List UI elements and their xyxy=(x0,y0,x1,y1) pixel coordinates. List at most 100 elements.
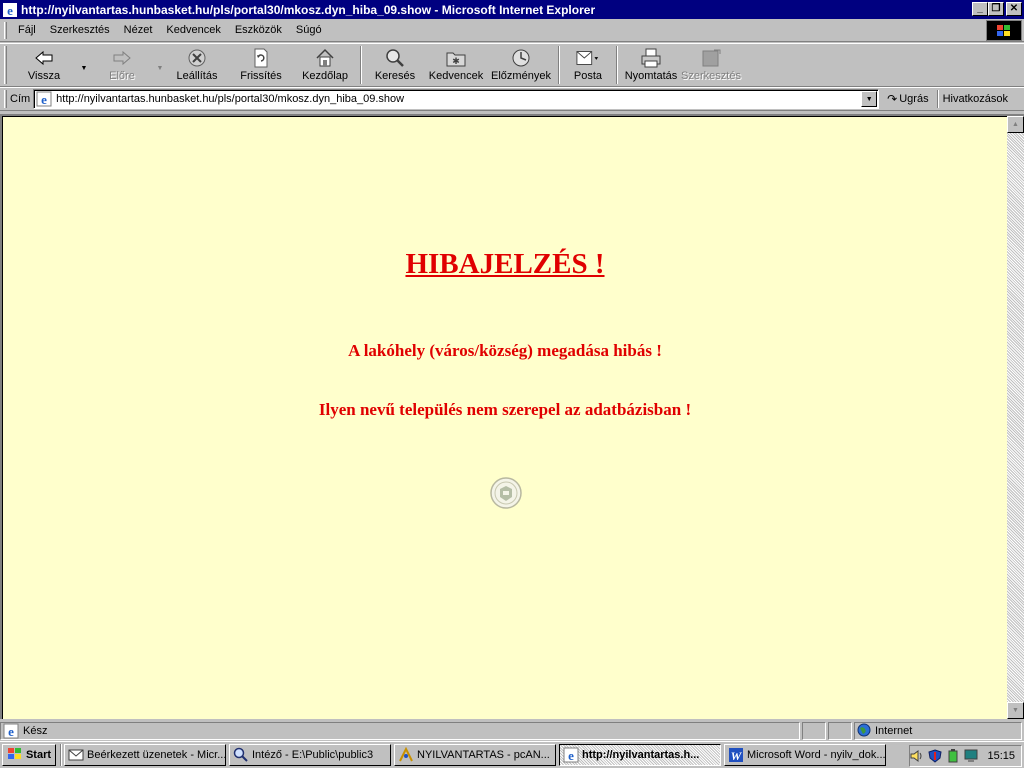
refresh-button[interactable]: Frissítés xyxy=(228,45,294,85)
history-label: Előzmények xyxy=(491,70,551,82)
history-button[interactable]: Előzmények xyxy=(488,45,554,85)
task-word[interactable]: W Microsoft Word - nyilv_dok... xyxy=(724,744,886,766)
error-message-settlement: Ilyen nevű település nem szerepel az ada… xyxy=(318,400,692,419)
menu-grip[interactable] xyxy=(4,21,7,39)
status-text: Kész xyxy=(23,725,48,737)
stop-label: Leállítás xyxy=(176,70,218,82)
search-icon xyxy=(383,48,407,68)
windows-flag-icon xyxy=(7,747,23,764)
forward-dropdown-button[interactable]: ▼ xyxy=(154,45,166,85)
page-content: HIBAJELZÉS ! A lakóhely (város/község) m… xyxy=(0,114,1024,719)
menu-help[interactable]: Súgó xyxy=(289,24,329,36)
status-bar: e Kész Internet xyxy=(0,721,1024,741)
back-dropdown-button[interactable]: ▼ xyxy=(78,45,90,85)
refresh-label: Frissítés xyxy=(240,70,282,82)
links-button[interactable]: Hivatkozások xyxy=(943,93,1008,105)
mail-button[interactable]: Posta xyxy=(564,45,612,85)
task-label: http://nyilvantartas.h... xyxy=(582,749,700,761)
taskbar-grip xyxy=(60,744,62,766)
go-button[interactable]: ↷ Ugrás xyxy=(887,92,928,106)
error-message-residence: A lakóhely (város/község) megadása hibás… xyxy=(348,341,662,360)
toolbar-separator xyxy=(616,46,618,84)
svg-text:e: e xyxy=(41,92,47,107)
address-dropdown-button[interactable]: ▼ xyxy=(861,91,878,107)
task-explorer[interactable]: Intéző - E:\Public\public3 xyxy=(229,744,391,766)
address-field[interactable]: e ▼ xyxy=(33,89,880,109)
toolbar-separator xyxy=(360,46,362,84)
minimize-icon: _ xyxy=(977,3,983,14)
menu-tools[interactable]: Eszközök xyxy=(228,24,289,36)
menu-bar: Fájl Szerkesztés Nézet Kedvencek Eszközö… xyxy=(0,19,1024,42)
status-progress-cell xyxy=(802,722,826,740)
monitor-icon[interactable] xyxy=(964,748,979,764)
taskbar: Start Beérkezett üzenetek - Micr... Inté… xyxy=(0,741,1024,768)
start-label: Start xyxy=(25,749,52,761)
task-inbox[interactable]: Beérkezett üzenetek - Micr... xyxy=(64,744,226,766)
explorer-icon xyxy=(233,747,249,763)
mail-icon xyxy=(68,747,84,763)
scroll-down-arrow-icon: ▼ xyxy=(1012,707,1019,714)
dropdown-arrow-icon: ▼ xyxy=(80,64,88,72)
task-pcanywhere[interactable]: NYILVANTARTAS - pcAN... xyxy=(394,744,556,766)
restore-icon: ❐ xyxy=(991,3,1001,14)
menu-edit[interactable]: Szerkesztés xyxy=(43,24,117,36)
ie-icon: e xyxy=(563,747,579,763)
volume-icon[interactable] xyxy=(910,748,925,764)
ie-logo-icon: e xyxy=(2,2,18,18)
svg-text:e: e xyxy=(568,748,574,763)
vertical-scrollbar[interactable]: ▲ ▼ xyxy=(1007,116,1024,719)
shield-icon[interactable] xyxy=(928,748,943,764)
battery-icon[interactable] xyxy=(946,748,961,764)
home-button[interactable]: Kezdőlap xyxy=(294,45,356,85)
printer-icon xyxy=(639,48,663,68)
error-page: HIBAJELZÉS ! A lakóhely (város/község) m… xyxy=(4,118,1006,719)
scroll-up-button[interactable]: ▲ xyxy=(1007,116,1024,133)
svg-text:e: e xyxy=(7,3,13,18)
address-grip[interactable] xyxy=(4,90,7,108)
ie-page-icon: e xyxy=(3,723,19,739)
stop-button[interactable]: Leállítás xyxy=(166,45,228,85)
favorites-button[interactable]: ✱ Kedvencek xyxy=(424,45,488,85)
favorites-label: Kedvencek xyxy=(428,70,484,82)
windows-logo-icon xyxy=(986,20,1022,41)
standard-toolbar: Vissza ▼ Előre ▼ Leállítás Frissítés Kez… xyxy=(0,43,1024,87)
history-icon xyxy=(509,48,533,68)
toolbar-separator xyxy=(558,46,560,84)
edit-button[interactable]: Szerkesztés xyxy=(680,45,742,85)
edit-label: Szerkesztés xyxy=(681,70,741,82)
svg-text:W: W xyxy=(731,749,743,763)
status-text-cell: e Kész xyxy=(0,722,800,740)
back-button[interactable]: Vissza xyxy=(10,45,78,85)
clock[interactable]: 15:15 xyxy=(987,750,1015,762)
menu-file[interactable]: Fájl xyxy=(11,24,43,36)
minimize-button[interactable]: _ xyxy=(972,2,988,16)
task-label: Beérkezett üzenetek - Micr... xyxy=(87,749,225,761)
status-zone-label: Internet xyxy=(875,725,913,737)
back-label: Vissza xyxy=(27,70,61,82)
system-tray: 15:15 xyxy=(909,745,1022,767)
forward-arrow-icon xyxy=(110,48,134,68)
home-icon xyxy=(313,48,337,68)
task-label: NYILVANTARTAS - pcAN... xyxy=(417,749,550,761)
scroll-down-button[interactable]: ▼ xyxy=(1007,702,1024,719)
print-button[interactable]: Nyomtatás xyxy=(622,45,680,85)
close-button[interactable]: ✕ xyxy=(1006,2,1022,16)
restore-button[interactable]: ❐ xyxy=(988,2,1004,16)
stop-icon xyxy=(185,48,209,68)
address-label: Cím xyxy=(10,93,31,105)
task-internet-explorer[interactable]: e http://nyilvantartas.h... xyxy=(559,744,721,766)
print-label: Nyomtatás xyxy=(624,70,678,82)
refresh-icon xyxy=(249,48,273,68)
menu-view[interactable]: Nézet xyxy=(117,24,160,36)
address-input[interactable] xyxy=(56,93,857,105)
search-button[interactable]: Keresés xyxy=(366,45,424,85)
dropdown-arrow-icon: ▼ xyxy=(865,95,873,103)
forward-button[interactable]: Előre xyxy=(90,45,154,85)
toolbar-grip[interactable] xyxy=(4,46,7,84)
svg-text:e: e xyxy=(8,724,14,739)
menu-favorites[interactable]: Kedvencek xyxy=(159,24,227,36)
address-separator xyxy=(936,90,939,108)
edit-page-icon xyxy=(699,48,723,68)
go-arrow-icon: ↷ xyxy=(887,92,898,106)
start-button[interactable]: Start xyxy=(2,744,56,766)
